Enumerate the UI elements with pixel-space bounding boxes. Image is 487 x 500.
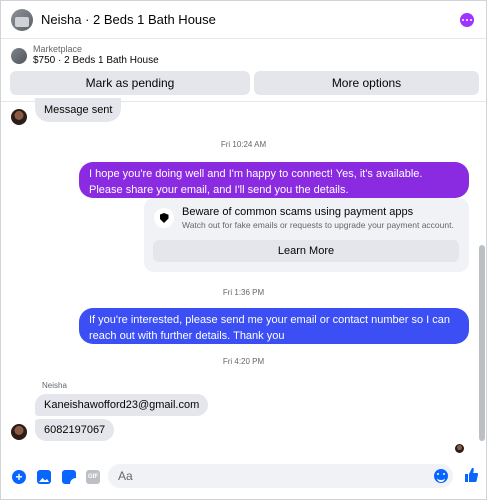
incoming-message[interactable]: Kaneishawofford23@gmail.com: [35, 394, 209, 416]
outgoing-message[interactable]: If you're interested, please send me you…: [79, 308, 469, 344]
scam-warning-subtitle: Watch out for fake emails or requests to…: [182, 220, 454, 230]
chat-window: Neisha · 2 Beds 1 Bath House Marketplace…: [0, 0, 487, 500]
thread-title[interactable]: Neisha · 2 Beds 1 Bath House: [41, 12, 216, 27]
photo-icon[interactable]: [37, 470, 51, 484]
marketplace-label: Marketplace: [33, 44, 83, 54]
scam-warning-card: Beware of common scams using payment app…: [144, 198, 469, 272]
scam-warning-title: Beware of common scams using payment app…: [182, 206, 414, 218]
sender-name: Neisha: [42, 381, 67, 390]
listing-thumbnail[interactable]: [11, 8, 33, 31]
chat-header: Neisha · 2 Beds 1 Bath House: [1, 1, 486, 39]
scrollbar[interactable]: [479, 245, 485, 441]
timestamp: Fri 1:36 PM: [222, 288, 265, 297]
sticker-icon[interactable]: [62, 470, 76, 484]
message-input[interactable]: [108, 464, 453, 488]
plus-icon[interactable]: +: [12, 470, 26, 484]
avatar[interactable]: [11, 424, 27, 440]
shield-icon: [154, 208, 174, 228]
mark-as-pending-button[interactable]: Mark as pending: [10, 71, 250, 95]
seen-indicator-avatar: [455, 444, 464, 453]
timestamp: Fri 4:20 PM: [222, 357, 265, 366]
like-icon[interactable]: [464, 467, 478, 483]
incoming-message[interactable]: 6082197067: [35, 419, 115, 441]
more-options-button[interactable]: More options: [254, 71, 479, 95]
listing-row[interactable]: Marketplace $750 · 2 Beds 1 Bath House: [11, 44, 159, 67]
more-options-icon[interactable]: [460, 13, 474, 27]
listing-price-title: $750 · 2 Beds 1 Bath House: [33, 55, 159, 66]
gif-icon[interactable]: GIF: [86, 470, 100, 484]
listing-thumbnail-small: [11, 47, 27, 64]
avatar[interactable]: [11, 109, 27, 125]
timestamp: Fri 10:24 AM: [220, 140, 267, 149]
learn-more-button[interactable]: Learn More: [153, 240, 459, 262]
message-sent-bubble: Message sent: [35, 98, 122, 122]
emoji-icon[interactable]: [434, 469, 448, 483]
outgoing-message[interactable]: I hope you're doing well and I'm happy t…: [79, 162, 469, 198]
